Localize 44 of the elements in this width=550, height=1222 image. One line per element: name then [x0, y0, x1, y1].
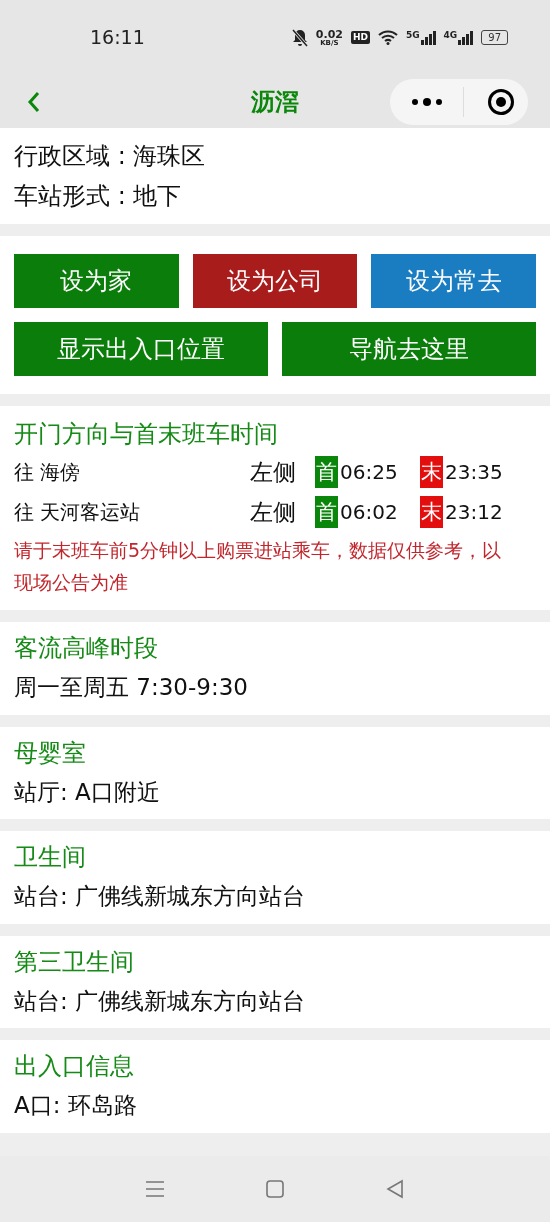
door-side: 左侧 [250, 497, 297, 527]
section-text: 站台: 广佛线新城东方向站台 [14, 882, 307, 911]
back-nav-icon[interactable] [385, 1179, 405, 1199]
section-title: 卫生间 [14, 842, 87, 873]
first-train-tag: 首 [315, 496, 338, 528]
info-text: 车站形式 : 地下 [14, 181, 183, 212]
section-text: 站台: 广佛线新城东方向站台 [14, 986, 307, 1016]
first-train-time: 06:02 [340, 499, 399, 526]
home-icon[interactable] [265, 1179, 285, 1199]
section-title: 第三卫生间 [14, 946, 135, 978]
last-train-tag: 末 [420, 496, 443, 528]
section-text: 站厅: A口附近 [14, 777, 161, 807]
first-train-tag: 首 [315, 456, 338, 488]
section-text: 周一至周五 7:30-9:30 [14, 673, 249, 702]
battery-icon: 97 [481, 30, 508, 45]
network-speed: 0.02 [315, 28, 343, 40]
muted-bell-icon [291, 28, 308, 47]
back-icon[interactable] [27, 90, 41, 113]
menu-icon[interactable] [145, 1180, 165, 1198]
more-icon[interactable] [411, 96, 443, 107]
hd-badge: HD [350, 31, 370, 44]
page-title: 沥滘 [251, 86, 299, 118]
door-side: 左侧 [250, 457, 297, 487]
info-text: 行政区域 : 海珠区 [14, 141, 207, 172]
last-train-tag: 末 [420, 456, 443, 488]
wifi-icon [377, 30, 398, 45]
action-button[interactable]: 导航去这里 [282, 322, 536, 376]
last-train-time: 23:12 [445, 499, 503, 526]
section-title: 出入口信息 [14, 1051, 135, 1082]
section-title: 客流高峰时段 [14, 633, 159, 664]
direction-text: 往 海傍 [14, 459, 82, 486]
action-button[interactable]: 设为公司 [192, 254, 358, 308]
direction-text: 往 天河客运站 [14, 499, 142, 526]
close-icon[interactable] [487, 87, 515, 116]
notice-text: 请于末班车前5分钟以上购票进站乘车，数据仅供参考，以现场公告为准 [14, 538, 503, 595]
first-train-time: 06:25 [340, 459, 399, 486]
section-text: A口: 环岛路 [14, 1091, 138, 1120]
status-time: 16:11 [90, 25, 145, 51]
action-button[interactable]: 显示出入口位置 [14, 322, 268, 376]
section-title: 母婴室 [14, 737, 87, 769]
section-title: 开门方向与首末班车时间 [14, 419, 279, 450]
last-train-time: 23:35 [445, 459, 503, 486]
action-button[interactable]: 设为常去 [371, 254, 536, 308]
action-button[interactable]: 设为家 [14, 254, 179, 308]
